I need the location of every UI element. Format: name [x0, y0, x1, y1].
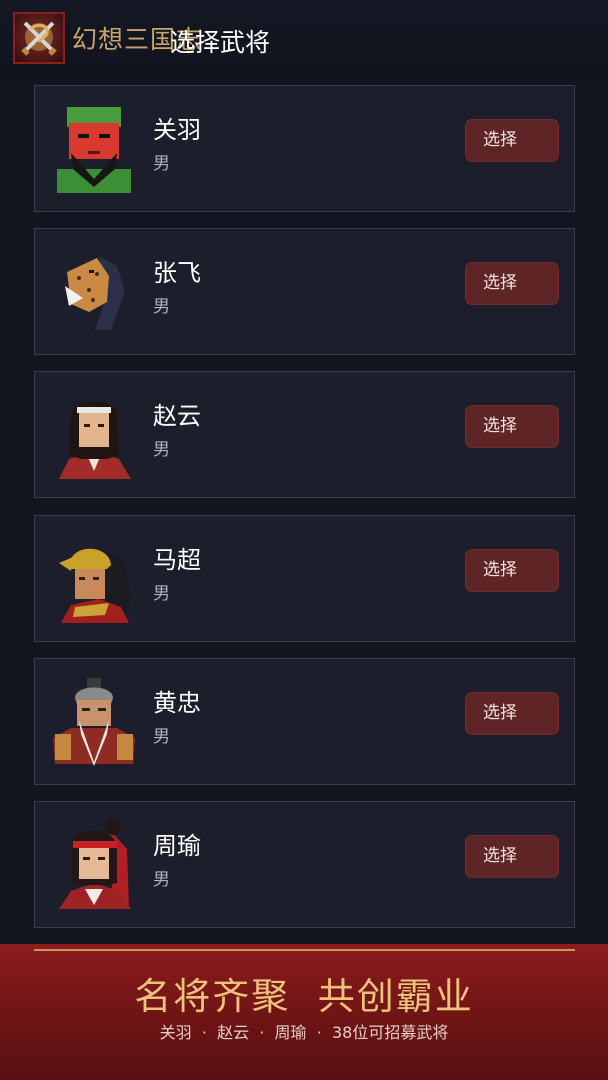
hero-card-ma-chao: 马超 男 选择	[34, 515, 575, 642]
hero-name: 周瑜	[153, 832, 201, 860]
zhang-fei-portrait	[49, 246, 139, 336]
hero-gender: 男	[153, 297, 170, 317]
select-button[interactable]: 选择	[465, 262, 559, 305]
hero-card-guan-yu: 关羽 男 选择	[34, 85, 575, 212]
hero-name: 赵云	[153, 402, 201, 430]
hero-card-huang-zhong: 黄忠 男 选择	[34, 658, 575, 785]
select-button[interactable]: 选择	[465, 405, 559, 448]
page-title: 选择武将	[170, 28, 271, 57]
select-button[interactable]: 选择	[465, 119, 559, 162]
hero-card-zhao-yun: 赵云 男 选择	[34, 371, 575, 498]
hero-gender: 男	[153, 154, 170, 174]
app-header: 幻想三国志 选择武将	[0, 0, 608, 78]
hero-card-zhou-yu: 周瑜 男 选择	[34, 801, 575, 928]
guan-yu-portrait	[49, 103, 139, 193]
hero-card-zhang-fei: 张飞 男 选择	[34, 228, 575, 355]
zhou-yu-portrait	[49, 819, 139, 909]
zhao-yun-portrait	[49, 389, 139, 479]
crossed-swords-dragon-icon[interactable]	[13, 12, 65, 64]
select-button[interactable]: 选择	[465, 835, 559, 878]
select-button[interactable]: 选择	[465, 549, 559, 592]
hero-name: 马超	[153, 546, 201, 574]
promo-banner[interactable]: 名将齐聚 共创霸业 关羽 · 赵云 · 周瑜 · 38位可招募武将	[0, 944, 608, 1080]
hero-name: 黄忠	[153, 689, 201, 717]
banner-slogan: 名将齐聚 共创霸业	[134, 975, 474, 1018]
banner-divider	[34, 949, 575, 951]
hero-gender: 男	[153, 440, 170, 460]
huang-zhong-portrait	[49, 676, 139, 766]
select-button[interactable]: 选择	[465, 692, 559, 735]
hero-gender: 男	[153, 727, 170, 747]
hero-gender: 男	[153, 584, 170, 604]
hero-gender: 男	[153, 870, 170, 890]
ma-chao-portrait	[49, 533, 139, 623]
hero-name: 关羽	[153, 116, 201, 144]
banner-subtitle: 关羽 · 赵云 · 周瑜 · 38位可招募武将	[159, 1023, 449, 1042]
hero-name: 张飞	[153, 259, 201, 287]
